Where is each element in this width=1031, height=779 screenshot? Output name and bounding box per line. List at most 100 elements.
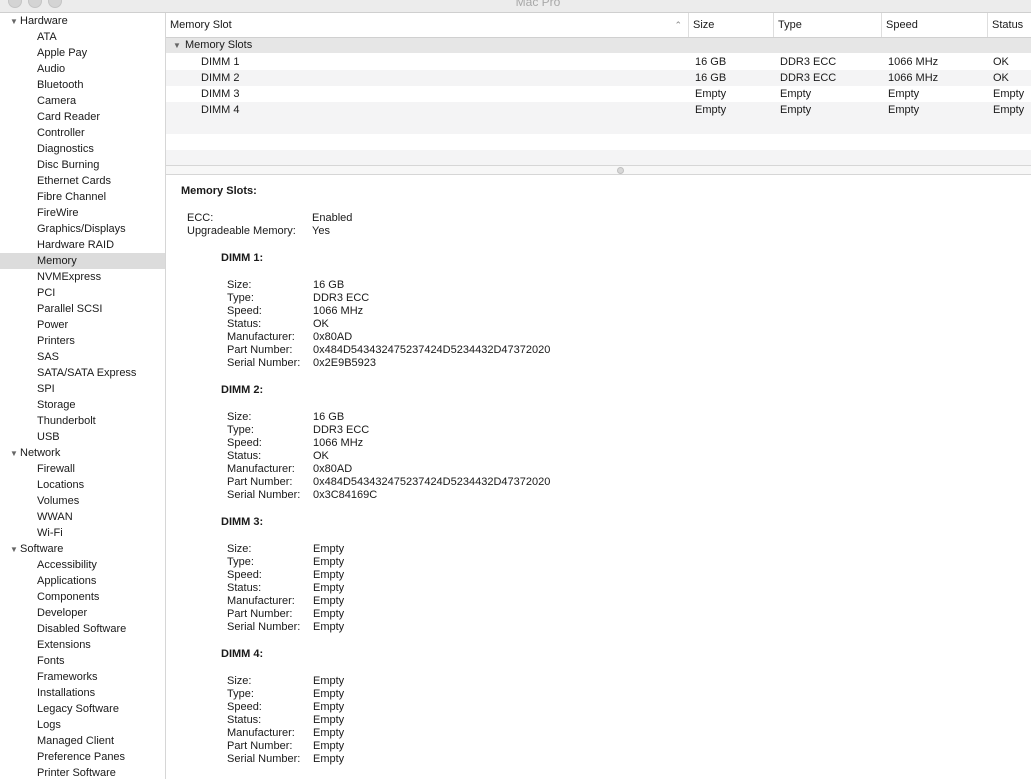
sidebar-item-ethernet-cards[interactable]: Ethernet Cards [0,173,165,189]
disclosure-triangle-icon[interactable]: ▼ [166,38,185,53]
sidebar-item-preference-panes[interactable]: Preference Panes [0,749,165,765]
dimm-field-value: 1066 MHz [313,305,364,317]
sidebar-item-extensions[interactable]: Extensions [0,637,165,653]
sidebar-item-card-reader[interactable]: Card Reader [0,109,165,125]
dimm-field-key: Serial Number: [227,357,301,369]
dimm-field-key: Part Number: [227,740,293,752]
sidebar-item-usb[interactable]: USB [0,429,165,445]
dimm-field-value: 16 GB [313,411,345,423]
dimm-field-value: 0x484D543432475237424D5234432D47372020 [313,476,551,488]
sidebar-item-diagnostics[interactable]: Diagnostics [0,141,165,157]
sidebar-item-storage[interactable]: Storage [0,397,165,413]
sidebar-item-wwan[interactable]: WWAN [0,509,165,525]
dimm-field-value: Empty [313,621,345,633]
table-row[interactable]: DIMM 3 Empty Empty Empty Empty [166,86,1031,102]
sidebar-item-disc-burning[interactable]: Disc Burning [0,157,165,173]
sidebar-item-volumes[interactable]: Volumes [0,493,165,509]
table-cell-status: OK [993,56,1009,68]
dimm-field-value: DDR3 ECC [313,292,370,304]
disclosure-triangle-icon[interactable]: ▼ [10,446,20,462]
table-group-row[interactable]: ▼ Memory Slots [166,38,1031,53]
sidebar-item-pci[interactable]: PCI [0,285,165,301]
sidebar-item-frameworks[interactable]: Frameworks [0,669,165,685]
table-row[interactable]: DIMM 2 16 GB DDR3 ECC 1066 MHz OK [166,70,1031,86]
sidebar-item-fibre-channel[interactable]: Fibre Channel [0,189,165,205]
table-cell-status: Empty [993,88,1025,100]
summary-value: Enabled [312,212,353,224]
sidebar-item-disabled-software[interactable]: Disabled Software [0,621,165,637]
sidebar-item-power[interactable]: Power [0,317,165,333]
dimm-field-key: Part Number: [227,476,293,488]
dimm-field-key: Manufacturer: [227,595,295,607]
sidebar-item-sata-sata-express[interactable]: SATA/SATA Express [0,365,165,381]
sidebar-item-applications[interactable]: Applications [0,573,165,589]
disclosure-triangle-icon[interactable]: ▼ [10,542,20,558]
sidebar-item-bluetooth[interactable]: Bluetooth [0,77,165,93]
sidebar-item-hardware-raid[interactable]: Hardware RAID [0,237,165,253]
table-cell-speed: Empty [888,104,920,116]
sidebar-item-ata[interactable]: ATA [0,29,165,45]
sidebar-item-wi-fi[interactable]: Wi-Fi [0,525,165,541]
dimm-field-value: Empty [313,543,345,555]
dimm-field-value: 0x3C84169C [313,489,378,501]
sidebar-item-printers[interactable]: Printers [0,333,165,349]
sidebar-item-nvmexpress[interactable]: NVMExpress [0,269,165,285]
column-header-status[interactable]: Status [988,13,1031,37]
sidebar-item-camera[interactable]: Camera [0,93,165,109]
table-cell-size: 16 GB [695,72,727,84]
table-cell-speed: 1066 MHz [888,56,939,68]
sidebar-item-graphics-displays[interactable]: Graphics/Displays [0,221,165,237]
sidebar-item-managed-client[interactable]: Managed Client [0,733,165,749]
sidebar-item-developer[interactable]: Developer [0,605,165,621]
table-cell-type: Empty [780,104,812,116]
sidebar-item-firewire[interactable]: FireWire [0,205,165,221]
sidebar-item-parallel-scsi[interactable]: Parallel SCSI [0,301,165,317]
column-header-type[interactable]: Type [774,13,882,37]
sidebar-item-memory[interactable]: Memory [0,253,165,269]
table-cell-type: DDR3 ECC [780,72,837,84]
sidebar-item-controller[interactable]: Controller [0,125,165,141]
column-header-speed[interactable]: Speed [882,13,988,37]
sidebar-item-thunderbolt[interactable]: Thunderbolt [0,413,165,429]
dimm-field-value: Empty [313,701,345,713]
sort-ascending-icon[interactable]: ⌃ [674,13,682,37]
sidebar-item-sas[interactable]: SAS [0,349,165,365]
dimm-field-value: 0x484D543432475237424D5234432D47372020 [313,344,551,356]
sidebar-category-hardware[interactable]: ▼ Hardware [0,13,165,29]
dimm-field-value: Empty [313,753,345,765]
dimm-field-value: 0x80AD [313,331,353,343]
sidebar-item-audio[interactable]: Audio [0,61,165,77]
sidebar-item-spi[interactable]: SPI [0,381,165,397]
sidebar-item-legacy-software[interactable]: Legacy Software [0,701,165,717]
table-cell-memory-slot: DIMM 1 [201,56,240,68]
table-empty-row [166,150,1031,166]
sidebar-category-label: Software [20,543,64,555]
sidebar-category-network[interactable]: ▼ Network [0,445,165,461]
table-row[interactable]: DIMM 4 Empty Empty Empty Empty [166,102,1031,118]
disclosure-triangle-icon[interactable]: ▼ [10,14,20,30]
dimm-field-value: DDR3 ECC [313,424,370,436]
sidebar-item-firewall[interactable]: Firewall [0,461,165,477]
table-cell-type: DDR3 ECC [780,56,837,68]
dimm-field-key: Speed: [227,305,262,317]
column-header-size[interactable]: Size [689,13,774,37]
sidebar-item-installations[interactable]: Installations [0,685,165,701]
sidebar-item-components[interactable]: Components [0,589,165,605]
dimm-field-key: Speed: [227,569,262,581]
table-cell-type: Empty [780,88,812,100]
dimm-field-key: Size: [227,675,252,687]
sidebar-item-accessibility[interactable]: Accessibility [0,557,165,573]
sidebar-item-fonts[interactable]: Fonts [0,653,165,669]
dimm-field-value: Empty [313,556,345,568]
table-cell-speed: Empty [888,88,920,100]
table-row[interactable]: DIMM 1 16 GB DDR3 ECC 1066 MHz OK [166,54,1031,70]
sidebar-category-software[interactable]: ▼ Software [0,541,165,557]
sidebar-item-locations[interactable]: Locations [0,477,165,493]
column-header-memory-slot[interactable]: Memory Slot ⌃ [166,13,689,37]
dimm-field-key: Part Number: [227,344,293,356]
sidebar-item-logs[interactable]: Logs [0,717,165,733]
sidebar-item-apple-pay[interactable]: Apple Pay [0,45,165,61]
dimm-field-value: OK [313,450,329,462]
sidebar-item-printer-software[interactable]: Printer Software [0,765,165,779]
divider-handle-icon[interactable] [617,167,624,174]
